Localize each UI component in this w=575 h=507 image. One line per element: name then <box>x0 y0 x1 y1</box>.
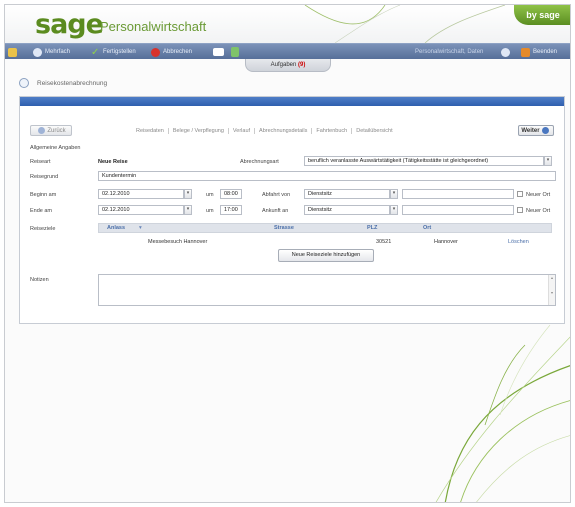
step-reisedaten[interactable]: Reisedaten <box>132 128 169 134</box>
reisegrund-field[interactable]: Kundentermin <box>98 171 556 181</box>
arrow-left-icon <box>33 47 42 57</box>
weiter-button[interactable]: Weiter <box>518 125 554 136</box>
weiter-label: Weiter <box>521 127 540 134</box>
abfahrt-dropdown[interactable]: ▾ <box>390 189 398 199</box>
ende-label: Ende am <box>30 208 53 214</box>
beginn-label: Beginn am <box>30 192 57 198</box>
sort-indicator-icon: ▾ <box>139 225 142 231</box>
add-reiseziel-button[interactable]: Neue Reiseziele hinzufügen <box>278 249 374 262</box>
home-button[interactable] <box>8 44 20 60</box>
zurueck-label: Zurück <box>47 127 66 134</box>
arrow-left-icon <box>38 127 46 134</box>
step-detailuebersicht[interactable]: Detailübersicht <box>352 128 396 134</box>
abfahrt-neuer-ort-checkbox[interactable] <box>517 191 523 197</box>
ende-date-field[interactable]: 02.12.2010 <box>98 205 184 215</box>
check-icon: ✓ <box>91 46 100 58</box>
step-verlauf[interactable]: Verlauf <box>229 128 256 134</box>
breadcrumb-label: Reisekostenabrechnung <box>37 79 108 87</box>
beginn-um-label: um <box>206 192 214 198</box>
notizen-label: Notizen <box>30 277 49 283</box>
ankunft-neuer-ort-checkbox[interactable] <box>517 207 523 213</box>
abfahrt-select[interactable]: Dienstsitz <box>304 189 390 199</box>
app-title: Personalwirtschaft <box>100 19 207 34</box>
step-abrechnungsdetails[interactable]: Abrechnungsdetails <box>255 128 313 134</box>
breadcrumb: Reisekostenabrechnung <box>19 77 107 89</box>
reiseart-value: Neue Reise <box>98 159 128 165</box>
sage-logo: sage <box>35 9 104 40</box>
row-delete-link[interactable]: Löschen <box>508 239 529 245</box>
done-button[interactable]: ✓ Fertigstellen <box>91 44 136 60</box>
ankunft-dropdown[interactable]: ▾ <box>390 205 398 215</box>
back-label: Mehrfach <box>45 49 71 55</box>
cancel-button[interactable]: Abbrechen <box>151 44 192 60</box>
row-ort: Hannover <box>434 239 458 245</box>
notizen-textarea[interactable]: ▴ ▾ <box>98 274 556 306</box>
column-header-ort[interactable]: Ort <box>423 225 431 231</box>
travel-icon <box>19 78 29 88</box>
tab-aufgaben-label: Aufgaben <box>270 62 297 68</box>
home-icon <box>8 47 17 57</box>
ankunft-ort-field[interactable] <box>402 205 514 215</box>
column-header-anlass[interactable]: Anlass <box>107 225 125 231</box>
notizen-scrollbar[interactable]: ▴ ▾ <box>548 275 555 305</box>
panel-title-bar <box>20 97 564 106</box>
arrow-right-icon <box>541 127 549 134</box>
reisegrund-label: Reisegrund <box>30 174 59 180</box>
ankunft-select[interactable]: Dienstsitz <box>304 205 390 215</box>
abfahrt-label: Abfahrt von <box>262 192 291 198</box>
section-title: Allgemeine Angaben <box>30 145 81 151</box>
abfahrt-ort-field[interactable] <box>402 189 514 199</box>
help-icon <box>501 47 510 57</box>
help-button[interactable] <box>501 44 513 60</box>
window-button[interactable] <box>213 44 227 60</box>
reiseart-label: Reiseart <box>30 159 51 165</box>
main-toolbar: Mehrfach ✓ Fertigstellen Abbrechen Perso… <box>5 43 570 60</box>
back-button[interactable]: Mehrfach <box>33 44 70 60</box>
exit-icon <box>521 47 530 57</box>
ende-um-label: um <box>206 208 214 214</box>
ende-time-field[interactable]: 17:00 <box>220 205 242 215</box>
ende-calendar-button[interactable]: ▾ <box>184 205 192 215</box>
window-icon <box>213 48 224 56</box>
row-anlass: Messebesuch Hannover <box>148 239 208 245</box>
step-fahrtenbuch[interactable]: Fahrtenbuch <box>312 128 353 134</box>
wizard-panel: Zurück Reisedaten Belege / Verpflegung V… <box>19 96 565 324</box>
column-header-strasse[interactable]: Strasse <box>274 225 294 231</box>
abrechnungsart-select[interactable]: beruflich veranlasste Auswärtstätigkeit … <box>304 156 544 166</box>
user-info: Personalwirtschaft, Daten <box>415 49 484 55</box>
row-plz: 30521 <box>376 239 392 245</box>
tab-aufgaben-count: (9) <box>298 62 306 68</box>
by-sage-badge: by sage <box>514 5 570 25</box>
abrechnungsart-label: Abrechnungsart <box>240 159 279 165</box>
abrechnungsart-dropdown[interactable]: ▾ <box>544 156 552 166</box>
beginn-time-field[interactable]: 08:00 <box>220 189 242 199</box>
abfahrt-neuer-ort-label: Neuer Ort <box>526 192 551 198</box>
app-header: sage Personalwirtschaft by sage <box>5 5 570 43</box>
step-belege[interactable]: Belege / Verpflegung <box>169 128 229 134</box>
tab-aufgaben[interactable]: Aufgaben (9) <box>245 59 331 72</box>
reiseziele-table-header: Anlass ▾ Strasse PLZ Ort <box>98 223 552 233</box>
beginn-date-field[interactable]: 02.12.2010 <box>98 189 184 199</box>
document-icon <box>231 47 239 57</box>
done-label: Fertigstellen <box>103 49 136 55</box>
wizard-steps: Reisedaten Belege / Verpflegung Verlauf … <box>132 126 397 136</box>
reiseziele-label: Reiseziele <box>30 226 56 232</box>
beginn-calendar-button[interactable]: ▾ <box>184 189 192 199</box>
cancel-label: Abbrechen <box>163 49 193 55</box>
app-window: sage Personalwirtschaft by sage Mehrfach… <box>4 4 571 503</box>
ankunft-label: Ankunft an <box>262 208 289 214</box>
close-button[interactable]: Beenden <box>521 44 557 60</box>
cancel-icon <box>151 47 160 57</box>
column-header-plz[interactable]: PLZ <box>367 225 377 231</box>
zurueck-button[interactable]: Zurück <box>30 125 72 136</box>
document-button[interactable] <box>231 44 242 60</box>
close-label: Beenden <box>533 49 558 55</box>
ankunft-neuer-ort-label: Neuer Ort <box>526 208 551 214</box>
